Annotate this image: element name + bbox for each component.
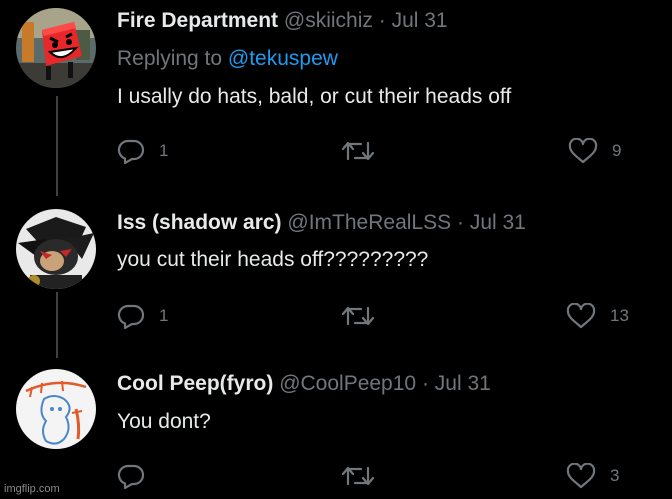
heart-icon: [568, 138, 598, 164]
separator-dot: ·: [378, 9, 386, 32]
retweet-button[interactable]: [341, 139, 389, 163]
like-count: 9: [612, 141, 622, 160]
like-button[interactable]: 13: [566, 303, 629, 329]
tweet-3[interactable]: Cool Peep(fyro) @CoolPeep10 · Jul 31 You…: [0, 360, 672, 499]
avatar[interactable]: [16, 369, 96, 449]
tweet-2[interactable]: Iss (shadow arc) @ImTheRealLSS · Jul 31 …: [0, 200, 672, 360]
reply-button[interactable]: 1: [117, 138, 168, 164]
heart-icon: [566, 303, 596, 329]
reply-count: 1: [159, 306, 169, 325]
tweet-text: you cut their heads off?????????: [117, 248, 429, 271]
user-handle[interactable]: @skiichiz: [284, 9, 373, 32]
avatar[interactable]: [16, 209, 96, 289]
heart-icon: [566, 463, 596, 489]
like-button[interactable]: 9: [568, 138, 621, 164]
tweet-header: Iss (shadow arc) @ImTheRealLSS · Jul 31: [117, 211, 526, 235]
dark-hedgehog-avatar-icon: [16, 209, 96, 289]
tweet-1[interactable]: Fire Department @skiichiz · Jul 31 Reply…: [0, 0, 672, 190]
retweet-icon: [341, 466, 375, 486]
display-name[interactable]: Fire Department: [117, 9, 278, 32]
reply-icon: [117, 464, 145, 489]
tweet-header: Fire Department @skiichiz · Jul 31: [117, 9, 448, 33]
like-count: 3: [610, 466, 620, 485]
tweet-date[interactable]: Jul 31: [392, 9, 448, 32]
tweet-text: I usally do hats, bald, or cut their hea…: [117, 85, 512, 108]
retweet-button[interactable]: [341, 464, 389, 488]
imgflip-watermark: imgflip.com: [4, 483, 60, 495]
display-name[interactable]: Iss (shadow arc): [117, 211, 282, 234]
replying-to: Replying to @tekuspew: [117, 47, 338, 71]
retweet-button[interactable]: [341, 304, 389, 328]
separator-dot: ·: [421, 372, 429, 395]
tweet-date[interactable]: Jul 31: [470, 211, 526, 234]
tweet-date[interactable]: Jul 31: [435, 372, 491, 395]
red-cube-character-avatar-icon: [16, 8, 96, 88]
reply-icon: [117, 304, 145, 329]
tweet-text: You dont?: [117, 410, 211, 433]
retweet-icon: [341, 141, 375, 161]
reply-button[interactable]: [117, 463, 159, 489]
user-handle[interactable]: @CoolPeep10: [279, 372, 416, 395]
replying-to-handle[interactable]: @tekuspew: [228, 47, 338, 70]
reply-count: 1: [159, 141, 169, 160]
reply-icon: [117, 139, 145, 164]
user-handle[interactable]: @ImTheRealLSS: [287, 211, 451, 234]
avatar[interactable]: [16, 8, 96, 88]
display-name[interactable]: Cool Peep(fyro): [117, 372, 273, 395]
like-count: 13: [610, 306, 629, 325]
reply-button[interactable]: 1: [117, 303, 168, 329]
like-button[interactable]: 3: [566, 463, 619, 489]
tweet-header: Cool Peep(fyro) @CoolPeep10 · Jul 31: [117, 372, 491, 396]
doodle-character-avatar-icon: [16, 369, 96, 449]
replying-to-label: Replying to: [117, 47, 223, 70]
separator-dot: ·: [456, 211, 464, 234]
retweet-icon: [341, 306, 375, 326]
